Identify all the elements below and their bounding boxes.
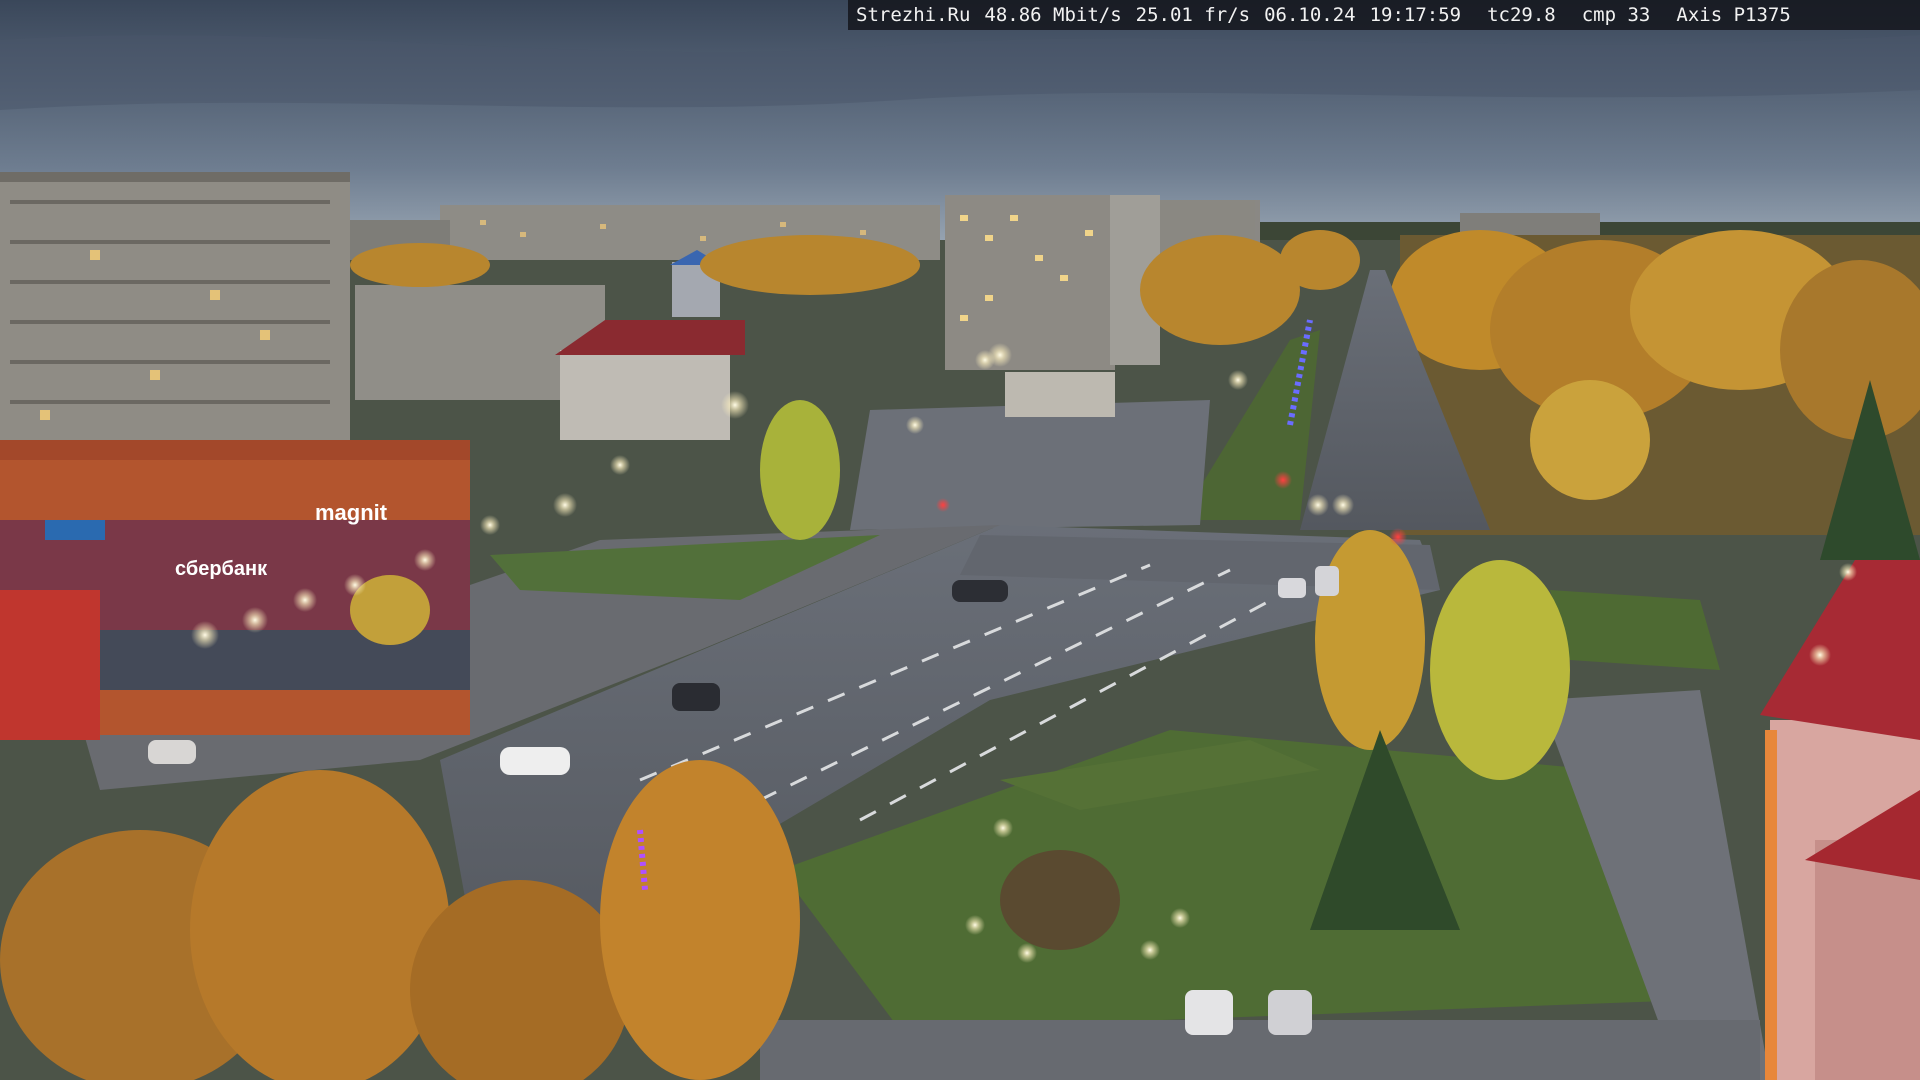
- camera-osd-overlay: Strezhi.Ru 48.86 Mbit/s 25.01 fr/s 06.10.24…: [848, 0, 1920, 30]
- city-street-scene: сбербанк magnit: [0, 0, 1920, 1080]
- osd-cmp: cmp 33: [1581, 4, 1651, 26]
- red-roof-building: [560, 350, 730, 440]
- osd-time: 19:17:59: [1369, 4, 1462, 26]
- osd-bitrate: 48.86 Mbit/s: [984, 4, 1122, 26]
- osd-camera: Axis P1375: [1676, 4, 1791, 26]
- osd-framerate: 25.01 fr/s: [1135, 4, 1251, 26]
- osd-tc: tc29.8: [1487, 4, 1556, 26]
- plaza: [850, 400, 1210, 530]
- park-lawn-right: [1550, 590, 1720, 670]
- storefront-sign-2: magnit: [315, 500, 388, 525]
- camera-frame: сбербанк magnit Strezhi.Ru 48.86 Mbit/s …: [0, 0, 1920, 1080]
- osd-date: 06.10.24: [1264, 4, 1356, 26]
- bottom-parking: [760, 1020, 1760, 1080]
- osd-site: Strezhi.Ru: [856, 4, 971, 26]
- storefront-sign-1: сбербанк: [175, 558, 268, 580]
- small-pavilion: [1005, 372, 1115, 417]
